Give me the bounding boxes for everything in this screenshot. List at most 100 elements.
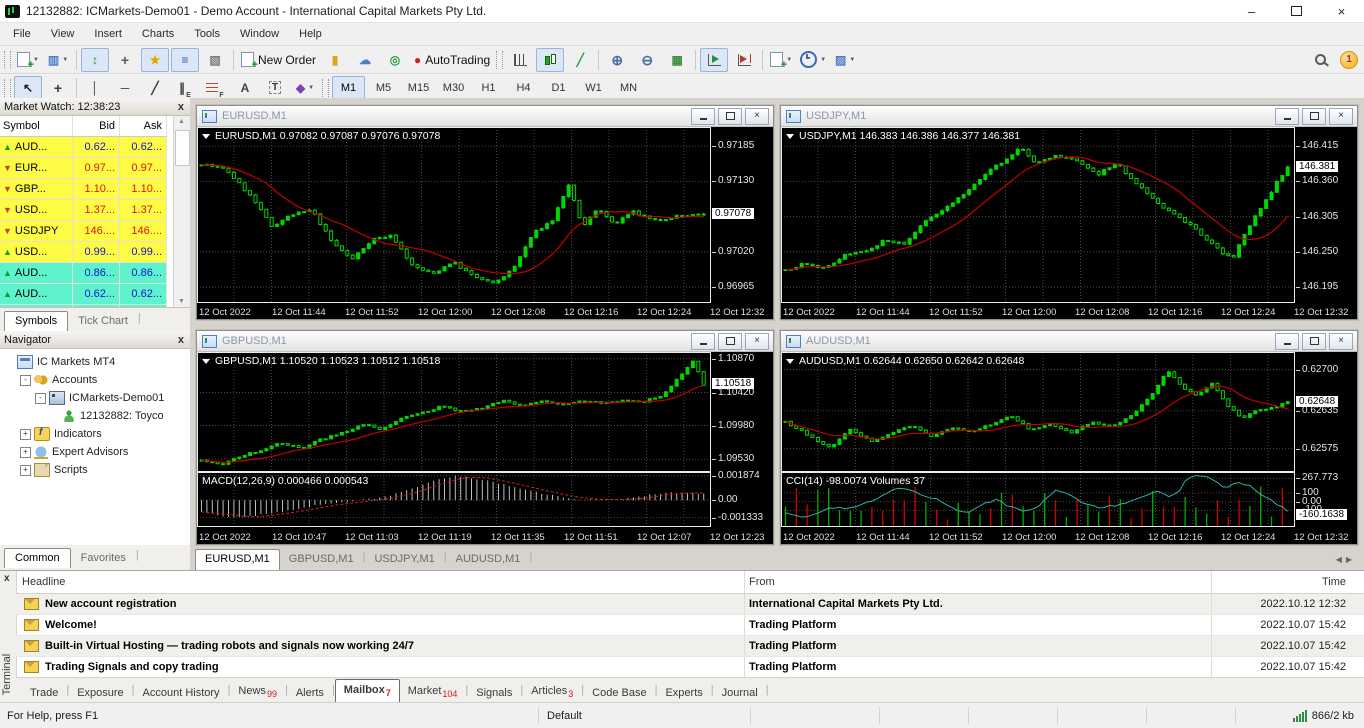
- candlestick-chart-button[interactable]: [536, 48, 564, 72]
- fibonacci-button[interactable]: F: [201, 76, 229, 100]
- time-axis[interactable]: 12 Oct 202212 Oct 11:4412 Oct 11:5212 Oc…: [781, 304, 1357, 319]
- chart-close-button[interactable]: ×: [1329, 108, 1353, 125]
- navigator-item-scripts[interactable]: +Scripts: [0, 461, 190, 479]
- period-m1-button[interactable]: M1: [332, 76, 365, 100]
- new-chart-button[interactable]: +▼: [14, 48, 42, 72]
- period-m5-button[interactable]: M5: [367, 76, 400, 100]
- market-watch-row[interactable]: ▼GBP...1.10...1.10...: [0, 179, 167, 200]
- market-watch-row[interactable]: ▲AUD91.70091.715: [0, 305, 167, 308]
- market-watch-scrollbar[interactable]: ▲▼: [173, 116, 190, 307]
- navigator-item-accounts[interactable]: -Accounts: [0, 371, 190, 389]
- zoom-in-button[interactable]: ⊕: [603, 48, 631, 72]
- notifications-badge[interactable]: 1: [1340, 51, 1358, 69]
- mailbox-row[interactable]: New account registrationInternational Ca…: [16, 594, 1364, 615]
- terminal-button[interactable]: ≡: [171, 48, 199, 72]
- mailbox-row[interactable]: Welcome!Trading Platform2022.10.07 15:42: [16, 615, 1364, 636]
- zoom-out-button[interactable]: ⊖: [633, 48, 661, 72]
- chart-window-audusd[interactable]: AUDUSD,M1×AUDUSD,M1 0.62644 0.62650 0.62…: [780, 330, 1358, 545]
- navigator-button[interactable]: ★: [141, 48, 169, 72]
- strategy-tester-button[interactable]: ▧: [201, 48, 229, 72]
- chart-close-button[interactable]: ×: [745, 333, 769, 350]
- chart-close-button[interactable]: ×: [745, 108, 769, 125]
- terminal-tab-mailbox[interactable]: Mailbox7: [335, 679, 400, 704]
- chart-title-bar[interactable]: AUDUSD,M1×: [781, 331, 1357, 352]
- chart-minimize-button[interactable]: [1275, 108, 1299, 125]
- period-h4-button[interactable]: H4: [507, 76, 540, 100]
- time-axis[interactable]: 12 Oct 202212 Oct 11:4412 Oct 11:5212 Oc…: [781, 529, 1357, 544]
- tile-windows-button[interactable]: ▦: [663, 48, 691, 72]
- market-watch-row[interactable]: ▼USDJPY146....146....: [0, 221, 167, 242]
- chart-tab-audusd-m1[interactable]: AUDUSD,M1: [447, 550, 530, 570]
- menu-tools[interactable]: Tools: [184, 25, 230, 43]
- period-m30-button[interactable]: M30: [437, 76, 470, 100]
- tab-scroll-arrows[interactable]: ◀▶: [1328, 555, 1364, 570]
- terminal-tab-articles[interactable]: Articles3: [523, 681, 581, 704]
- chart-minimize-button[interactable]: [691, 333, 715, 350]
- arrows-button[interactable]: ◆▼: [291, 76, 319, 100]
- window-close-button[interactable]: ×: [1319, 0, 1364, 22]
- column-headline[interactable]: Headline: [16, 576, 744, 588]
- period-mn-button[interactable]: MN: [612, 76, 645, 100]
- menu-window[interactable]: Window: [230, 25, 289, 43]
- templates-dropdown-icon[interactable]: ▼: [849, 57, 855, 63]
- market-watch-row[interactable]: ▼USD...1.37...1.37...: [0, 200, 167, 221]
- terminal-tab-alerts[interactable]: Alerts: [288, 683, 332, 704]
- price-axis[interactable]: 1.108701.104201.099801.095301.105180.001…: [711, 352, 771, 544]
- status-profile[interactable]: Default: [538, 707, 750, 724]
- chart-plot-area[interactable]: EURUSD,M1 0.97082 0.97087 0.97076 0.9707…: [197, 127, 773, 319]
- crosshair-button[interactable]: +: [44, 76, 72, 100]
- column-symbol[interactable]: Symbol: [0, 116, 73, 136]
- text-label-button[interactable]: T: [261, 76, 289, 100]
- menu-view[interactable]: View: [41, 25, 85, 43]
- vertical-line-button[interactable]: │: [81, 76, 109, 100]
- navigator-item-ic-markets-mt4[interactable]: IC Markets MT4: [0, 353, 190, 371]
- terminal-tab-exposure[interactable]: Exposure: [69, 683, 131, 704]
- window-minimize-button[interactable]: –: [1229, 0, 1274, 22]
- terminal-close-icon[interactable]: x: [4, 573, 10, 584]
- chart-plot-area[interactable]: GBPUSD,M1 1.10520 1.10523 1.10512 1.1051…: [197, 352, 773, 544]
- menu-insert[interactable]: Insert: [84, 25, 132, 43]
- market-watch-row[interactable]: ▲AUD...0.86...0.86...: [0, 263, 167, 284]
- navigator-item-icmarkets-demo01[interactable]: -ICMarkets-Demo01: [0, 389, 190, 407]
- price-axis[interactable]: 0.627000.626350.625750.62648267.7731000.…: [1295, 352, 1355, 544]
- period-h1-button[interactable]: H1: [472, 76, 505, 100]
- tree-expander-icon[interactable]: -: [35, 393, 46, 404]
- chart-plot-area[interactable]: USDJPY,M1 146.383 146.386 146.377 146.38…: [781, 127, 1357, 319]
- market-watch-tab-tick-chart[interactable]: Tick Chart: [68, 312, 138, 331]
- navigator-tab-favorites[interactable]: Favorites: [71, 549, 136, 568]
- arrows-dropdown-icon[interactable]: ▼: [308, 85, 314, 91]
- chart-tab-gbpusd-m1[interactable]: GBPUSD,M1: [280, 550, 363, 570]
- chart-minimize-button[interactable]: [691, 108, 715, 125]
- mql5-community-button[interactable]: ☁: [351, 48, 379, 72]
- chart-restore-button[interactable]: [1302, 333, 1326, 350]
- market-watch-row[interactable]: ▲AUD...0.62...0.62...: [0, 137, 167, 158]
- auto-scroll-button[interactable]: [700, 48, 728, 72]
- market-watch-row[interactable]: ▲USD...0.99...0.99...: [0, 242, 167, 263]
- price-axis[interactable]: 0.971850.971300.970200.969650.97078: [711, 127, 771, 319]
- menu-charts[interactable]: Charts: [132, 25, 184, 43]
- period-w1-button[interactable]: W1: [577, 76, 610, 100]
- cursor-button[interactable]: ↖: [14, 76, 42, 100]
- tree-expander-icon[interactable]: +: [20, 429, 31, 440]
- terminal-tab-market[interactable]: Market104: [400, 681, 466, 704]
- periods-button[interactable]: ▼: [797, 48, 829, 72]
- column-from[interactable]: From: [744, 571, 1211, 593]
- navigator-close-icon[interactable]: x: [176, 334, 186, 346]
- tree-expander-icon[interactable]: +: [20, 447, 31, 458]
- column-bid[interactable]: Bid: [73, 116, 120, 136]
- column-time[interactable]: Time: [1211, 571, 1364, 593]
- chart-shift-button[interactable]: [730, 48, 758, 72]
- horizontal-line-button[interactable]: ─: [111, 76, 139, 100]
- period-d1-button[interactable]: D1: [542, 76, 575, 100]
- navigator-tab-common[interactable]: Common: [4, 548, 71, 568]
- indicators-button[interactable]: +▼: [767, 48, 795, 72]
- terminal-tab-signals[interactable]: Signals: [468, 683, 520, 704]
- time-axis[interactable]: 12 Oct 202212 Oct 10:4712 Oct 11:0312 Oc…: [197, 529, 773, 544]
- equidistant-channel-button[interactable]: ∥E: [171, 76, 199, 100]
- chart-title-bar[interactable]: EURUSD,M1×: [197, 106, 773, 127]
- mailbox-row[interactable]: Trading Signals and copy tradingTrading …: [16, 657, 1364, 678]
- price-axis[interactable]: 146.415146.360146.305146.250146.195146.3…: [1295, 127, 1355, 319]
- chart-title-bar[interactable]: USDJPY,M1×: [781, 106, 1357, 127]
- chart-tab-eurusd-m1[interactable]: EURUSD,M1: [195, 549, 280, 570]
- navigator-item-expert-advisors[interactable]: +Expert Advisors: [0, 443, 190, 461]
